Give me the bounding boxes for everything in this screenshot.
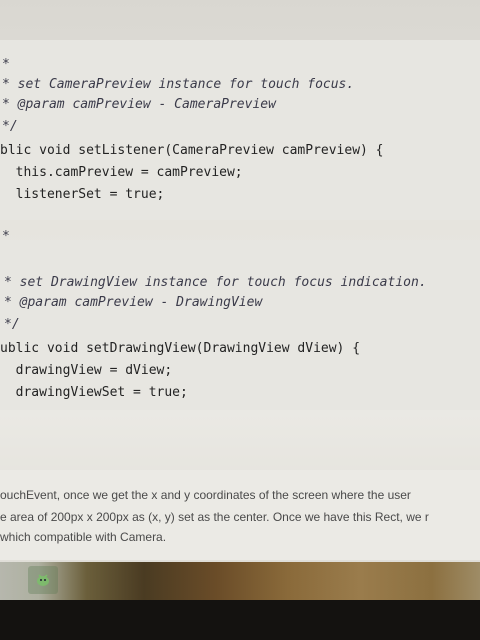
article-paragraph: ouchEvent, once we get the x and y coord… xyxy=(0,470,480,560)
code-block-setdrawingview: * * set DrawingView instance for touch f… xyxy=(0,229,480,410)
code-line: this.camPreview = camPreview; xyxy=(0,165,243,180)
monitor-screen: * * set CameraPreview instance for touch… xyxy=(0,0,480,640)
code-line: * xyxy=(2,57,10,72)
code-line: drawingView = dView; xyxy=(0,363,173,378)
code-line: * set CameraPreview instance for touch f… xyxy=(2,77,355,92)
android-studio-icon[interactable] xyxy=(28,566,58,594)
paragraph-line: ouchEvent, once we get the x and y coord… xyxy=(0,488,411,502)
taskbar xyxy=(0,562,480,602)
code-line-method-signature: ublic void setDrawingView(DrawingView dV… xyxy=(0,341,361,356)
paragraph-line: e area of 200px x 200px as (x, y) set as… xyxy=(0,510,429,524)
code-line: */ xyxy=(4,317,20,332)
code-line: */ xyxy=(2,119,18,134)
paragraph-line: which compatible with Camera. xyxy=(0,530,167,544)
code-line: drawingViewSet = true; xyxy=(0,385,188,400)
code-line: listenerSet = true; xyxy=(0,187,165,202)
code-line-method-signature: blic void setListener(CameraPreview camP… xyxy=(0,143,384,158)
code-line: * xyxy=(2,229,10,244)
code-line: * @param camPreview - DrawingView xyxy=(4,295,263,310)
code-line: * @param camPreview - CameraPreview xyxy=(2,97,276,112)
monitor-bezel xyxy=(0,600,480,640)
code-line: * set DrawingView instance for touch foc… xyxy=(4,275,427,290)
code-block-setlistener: * * set CameraPreview instance for touch… xyxy=(0,40,480,220)
